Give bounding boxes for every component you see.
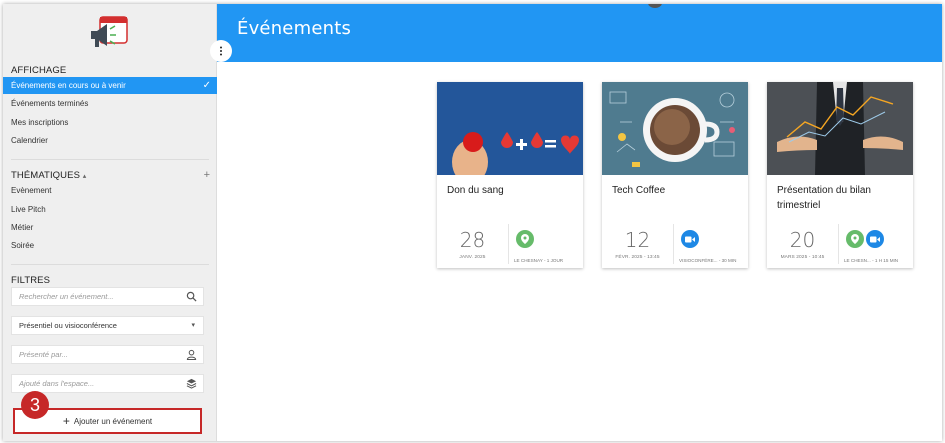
user-icon [186,349,197,360]
app-window: AFFICHAGE Événements en cours ou à venir… [3,4,942,441]
events-logo-icon [91,16,128,47]
video-camera-icon [866,230,884,248]
event-card[interactable]: Tech Coffee 12 FÉVR. 2025 - 13:45 VISIOC… [602,82,748,268]
event-image-business-presentation [767,82,913,175]
mode-select[interactable]: Présentiel ou visioconférence ▾ [11,316,204,335]
page-title: Événements [237,18,352,39]
event-meta: LE CHESN... - 1 H 15 MIN [840,224,913,264]
event-image-tech-coffee [602,82,748,175]
section-title-affichage: AFFICHAGE [11,65,67,76]
event-meta: VISIOCONFÉRE... - 30 MIN [675,224,748,264]
section-title-filtres: FILTRES [11,275,51,286]
event-month: MARS 2025 - 10:45 [780,255,825,260]
caret-up-icon: ▴ [82,173,87,180]
event-card[interactable]: Don du sang 28 JANV. 2025 LE CHESNAY - 1… [437,82,583,268]
event-date: 20 MARS 2025 - 10:45 [767,224,839,264]
header-notch [648,4,662,8]
event-meta: LE CHESNAY - 1 JOUR [510,224,583,264]
event-location: LE CHESNAY - 1 JOUR [514,258,564,263]
event-day: 12 [624,228,651,252]
presenter-input[interactable]: Présenté par... [11,345,204,364]
event-image-blood-donation [437,82,583,175]
chevron-down-icon: ▾ [191,322,195,329]
sidebar-item-label: Evènement [11,186,52,195]
sidebar-item-label: Calendrier [11,136,48,145]
page-header: Événements [217,4,942,62]
sidebar-item-upcoming-events[interactable]: Événements en cours ou à venir ✓ [3,77,217,94]
collapse-sidebar-handle[interactable] [210,40,232,62]
divider [11,159,209,160]
video-camera-icon [681,230,699,248]
event-month: JANV. 2025 [459,255,486,260]
add-event-button-label: Ajouter un événement [73,416,153,426]
event-day: 28 [459,228,486,252]
sidebar: AFFICHAGE Événements en cours ou à venir… [3,4,217,441]
divider [11,264,209,265]
event-title: Présentation du bilan trimestriel [777,185,871,211]
sidebar-item-label: Événements terminés [11,99,89,108]
sidebar-item-theme-metier[interactable]: Métier [3,219,217,236]
event-day: 20 [789,228,816,252]
event-date: 12 FÉVR. 2025 - 13:45 [602,224,674,264]
event-month: FÉVR. 2025 - 13:45 [615,255,660,260]
search-placeholder: Rechercher un événement... [19,292,114,301]
search-icon [186,291,197,302]
event-location: VISIOCONFÉRE... - 30 MIN [679,258,737,263]
space-placeholder: Ajouté dans l'espace... [19,379,95,388]
check-icon: ✓ [202,80,211,91]
section-title-thematiques[interactable]: THÉMATIQUES ▴ [11,170,86,181]
sidebar-item-theme-soiree[interactable]: Soirée [3,237,217,254]
event-location: LE CHESN... - 1 H 15 MIN [844,258,899,263]
sidebar-item-label: Soirée [11,241,35,250]
sidebar-item-label: Live Pitch [11,205,46,214]
more-vertical-icon [220,46,222,56]
sidebar-item-label: Métier [11,223,34,232]
sidebar-item-finished-events[interactable]: Événements terminés [3,95,217,112]
event-title: Tech Coffee [612,185,666,196]
space-input[interactable]: Ajouté dans l'espace... [11,374,204,393]
step-badge: 3 [21,391,49,419]
event-title: Don du sang [447,185,504,196]
sidebar-item-calendar[interactable]: Calendrier [3,132,217,149]
location-pin-icon [516,230,534,248]
search-input[interactable]: Rechercher un événement... [11,287,204,306]
add-theme-icon[interactable]: + [204,169,210,181]
sidebar-item-my-registrations[interactable]: Mes inscriptions [3,114,217,131]
mode-select-value: Présentiel ou visioconférence [19,321,117,330]
event-date: 28 JANV. 2025 [437,224,509,264]
plus-icon: + [62,414,70,428]
sidebar-item-theme-live-pitch[interactable]: Live Pitch [3,201,217,218]
event-card[interactable]: Présentation du bilan trimestriel 20 MAR… [767,82,913,268]
presenter-placeholder: Présenté par... [19,350,68,359]
sidebar-item-theme-evenement[interactable]: Evènement [3,182,217,199]
sidebar-item-label: Mes inscriptions [11,118,69,127]
thematiques-title-text: THÉMATIQUES [11,170,81,181]
layers-icon [186,378,197,389]
location-pin-icon [846,230,864,248]
sidebar-item-label: Événements en cours ou à venir [11,81,126,90]
